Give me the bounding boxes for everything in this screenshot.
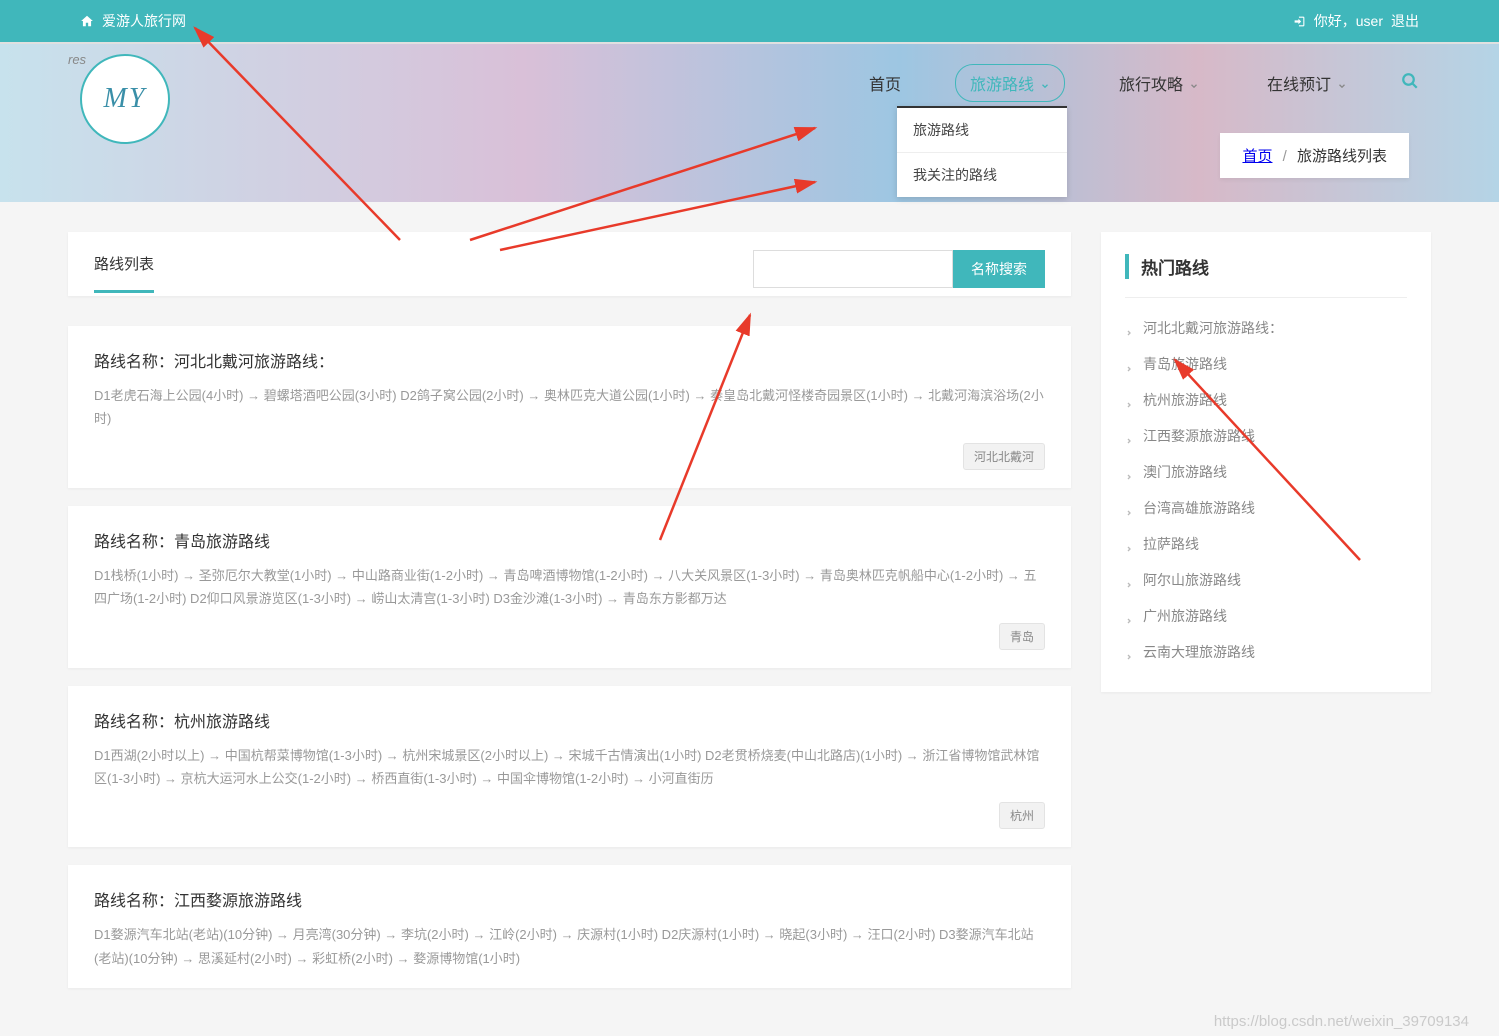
route-card: 路线名称：江西婺源旅游路线 D1婺源汽车北站(老站)(10分钟) → 月亮湾(30… bbox=[68, 865, 1071, 988]
logout-link[interactable]: 退出 bbox=[1391, 11, 1419, 31]
chevron-right-icon bbox=[1125, 468, 1133, 476]
sidebar-item[interactable]: 青岛旅游路线 bbox=[1125, 346, 1407, 382]
sidebar-item[interactable]: 杭州旅游路线 bbox=[1125, 382, 1407, 418]
breadcrumb-home[interactable]: 首页 bbox=[1242, 148, 1272, 165]
tab-route-list[interactable]: 路线列表 bbox=[94, 253, 154, 293]
chevron-right-icon bbox=[1125, 432, 1133, 440]
nav-booking-label: 在线预订 bbox=[1267, 71, 1331, 95]
dropdown-item-followed[interactable]: 我关注的路线 bbox=[897, 152, 1067, 197]
route-title[interactable]: 路线名称：杭州旅游路线 bbox=[94, 708, 1045, 732]
chevron-right-icon bbox=[1125, 504, 1133, 512]
route-tag[interactable]: 青岛 bbox=[999, 623, 1045, 650]
sidebar-item-label: 广州旅游路线 bbox=[1143, 606, 1227, 626]
chevron-right-icon bbox=[1125, 576, 1133, 584]
hot-routes-card: 热门路线 河北北戴河旅游路线： 青岛旅游路线杭州旅游路线江西婺源旅游路线澳门旅游路… bbox=[1101, 232, 1431, 692]
route-tag[interactable]: 杭州 bbox=[999, 802, 1045, 829]
chevron-down-icon bbox=[1337, 78, 1347, 88]
route-title[interactable]: 路线名称：江西婺源旅游路线 bbox=[94, 887, 1045, 911]
sidebar-item[interactable]: 江西婺源旅游路线 bbox=[1125, 418, 1407, 454]
sidebar-item[interactable]: 澳门旅游路线 bbox=[1125, 454, 1407, 490]
breadcrumb: 首页 / 旅游路线列表 bbox=[1220, 133, 1409, 178]
sidebar-item-label: 澳门旅游路线 bbox=[1143, 462, 1227, 482]
route-desc: D1西湖(2小时以上) → 中国杭帮菜博物馆(1-3小时) → 杭州宋城景区(2… bbox=[94, 744, 1045, 791]
search-input[interactable] bbox=[753, 250, 953, 288]
search-button[interactable]: 名称搜索 bbox=[953, 250, 1045, 288]
routes-dropdown: 旅游路线 我关注的路线 bbox=[897, 106, 1067, 197]
sidebar-item-label: 阿尔山旅游路线 bbox=[1143, 570, 1241, 590]
sidebar-item[interactable]: 广州旅游路线 bbox=[1125, 598, 1407, 634]
hot-routes-list: 河北北戴河旅游路线： 青岛旅游路线杭州旅游路线江西婺源旅游路线澳门旅游路线台湾高雄… bbox=[1125, 297, 1407, 670]
search-group: 名称搜索 bbox=[753, 250, 1045, 288]
sidebar-item[interactable]: 阿尔山旅游路线 bbox=[1125, 562, 1407, 598]
chevron-down-icon bbox=[1040, 78, 1050, 88]
nav-home-label: 首页 bbox=[869, 71, 901, 95]
route-card: 路线名称：杭州旅游路线 D1西湖(2小时以上) → 中国杭帮菜博物馆(1-3小时)… bbox=[68, 686, 1071, 848]
header-banner: res MY 首页 旅游路线 旅行攻略 在线预订 旅游路线 我关注的路线 首页 … bbox=[0, 42, 1499, 202]
nav-home[interactable]: 首页 bbox=[855, 65, 915, 101]
topbar: 爱游人旅行网 你好，user 退出 bbox=[0, 0, 1499, 42]
sidebar-item[interactable]: 拉萨路线 bbox=[1125, 526, 1407, 562]
nav-routes-label: 旅游路线 bbox=[970, 71, 1034, 95]
dropdown-item-routes[interactable]: 旅游路线 bbox=[897, 108, 1067, 152]
chevron-right-icon bbox=[1125, 648, 1133, 656]
route-card: 路线名称：河北北戴河旅游路线： D1老虎石海上公园(4小时) → 碧螺塔酒吧公园(… bbox=[68, 326, 1071, 488]
sidebar-item-label: 拉萨路线 bbox=[1143, 534, 1199, 554]
route-card: 路线名称：青岛旅游路线 D1栈桥(1小时) → 圣弥厄尔大教堂(1小时) → 中山… bbox=[68, 506, 1071, 668]
route-title[interactable]: 路线名称：青岛旅游路线 bbox=[94, 528, 1045, 552]
logo-text: MY bbox=[104, 83, 147, 115]
right-column: 热门路线 河北北戴河旅游路线： 青岛旅游路线杭州旅游路线江西婺源旅游路线澳门旅游路… bbox=[1101, 232, 1431, 1006]
chevron-right-icon bbox=[1125, 612, 1133, 620]
route-desc: D1老虎石海上公园(4小时) → 碧螺塔酒吧公园(3小时) D2鸽子窝公园(2小… bbox=[94, 384, 1045, 431]
res-label: res bbox=[68, 52, 86, 67]
home-icon[interactable] bbox=[80, 14, 94, 28]
sidebar-item-label: 河北北戴河旅游路线： bbox=[1143, 318, 1283, 338]
hot-routes-title: 热门路线 bbox=[1125, 254, 1407, 279]
logo[interactable]: MY bbox=[80, 54, 170, 144]
nav-routes[interactable]: 旅游路线 bbox=[955, 64, 1065, 102]
route-desc: D1婺源汽车北站(老站)(10分钟) → 月亮湾(30分钟) → 李坑(2小时)… bbox=[94, 923, 1045, 970]
sidebar-item-label: 青岛旅游路线 bbox=[1143, 354, 1227, 374]
sidebar-item-label: 江西婺源旅游路线 bbox=[1143, 426, 1255, 446]
chevron-right-icon bbox=[1125, 324, 1133, 332]
main-content: 路线列表 名称搜索 路线名称：河北北戴河旅游路线： D1老虎石海上公园(4小时) … bbox=[0, 202, 1499, 1036]
main-nav: 首页 旅游路线 旅行攻略 在线预订 bbox=[855, 64, 1419, 102]
nav-booking[interactable]: 在线预订 bbox=[1253, 65, 1361, 101]
route-tag-row: 青岛 bbox=[94, 623, 1045, 650]
chevron-right-icon bbox=[1125, 540, 1133, 548]
chevron-down-icon bbox=[1189, 78, 1199, 88]
nav-guides-label: 旅行攻略 bbox=[1119, 71, 1183, 95]
sidebar-item[interactable]: 河北北戴河旅游路线： bbox=[1125, 310, 1407, 346]
sidebar-item-label: 云南大理旅游路线 bbox=[1143, 642, 1255, 662]
watermark: https://blog.csdn.net/weixin_39709134 bbox=[1214, 1013, 1469, 1030]
route-title[interactable]: 路线名称：河北北戴河旅游路线： bbox=[94, 348, 1045, 372]
sidebar-item[interactable]: 云南大理旅游路线 bbox=[1125, 634, 1407, 670]
chevron-right-icon bbox=[1125, 396, 1133, 404]
routes-container: 路线名称：河北北戴河旅游路线： D1老虎石海上公园(4小时) → 碧螺塔酒吧公园(… bbox=[68, 326, 1071, 988]
search-icon[interactable] bbox=[1401, 72, 1419, 95]
left-column: 路线列表 名称搜索 路线名称：河北北戴河旅游路线： D1老虎石海上公园(4小时) … bbox=[68, 232, 1071, 1006]
sidebar-item-label: 台湾高雄旅游路线 bbox=[1143, 498, 1255, 518]
topbar-left: 爱游人旅行网 bbox=[80, 11, 186, 31]
greeting-text: 你好，user bbox=[1314, 11, 1383, 31]
route-tag-row: 河北北戴河 bbox=[94, 443, 1045, 470]
list-header-card: 路线列表 名称搜索 bbox=[68, 232, 1071, 296]
breadcrumb-separator: / bbox=[1283, 148, 1287, 165]
sidebar-item[interactable]: 台湾高雄旅游路线 bbox=[1125, 490, 1407, 526]
route-tag[interactable]: 河北北戴河 bbox=[963, 443, 1045, 470]
chevron-right-icon bbox=[1125, 360, 1133, 368]
sidebar-item-label: 杭州旅游路线 bbox=[1143, 390, 1227, 410]
breadcrumb-current: 旅游路线列表 bbox=[1297, 148, 1387, 165]
login-icon bbox=[1293, 15, 1306, 28]
route-desc: D1栈桥(1小时) → 圣弥厄尔大教堂(1小时) → 中山路商业街(1-2小时)… bbox=[94, 564, 1045, 611]
nav-guides[interactable]: 旅行攻略 bbox=[1105, 65, 1213, 101]
site-name-link[interactable]: 爱游人旅行网 bbox=[102, 11, 186, 31]
topbar-right: 你好，user 退出 bbox=[1293, 11, 1419, 31]
route-tag-row: 杭州 bbox=[94, 802, 1045, 829]
